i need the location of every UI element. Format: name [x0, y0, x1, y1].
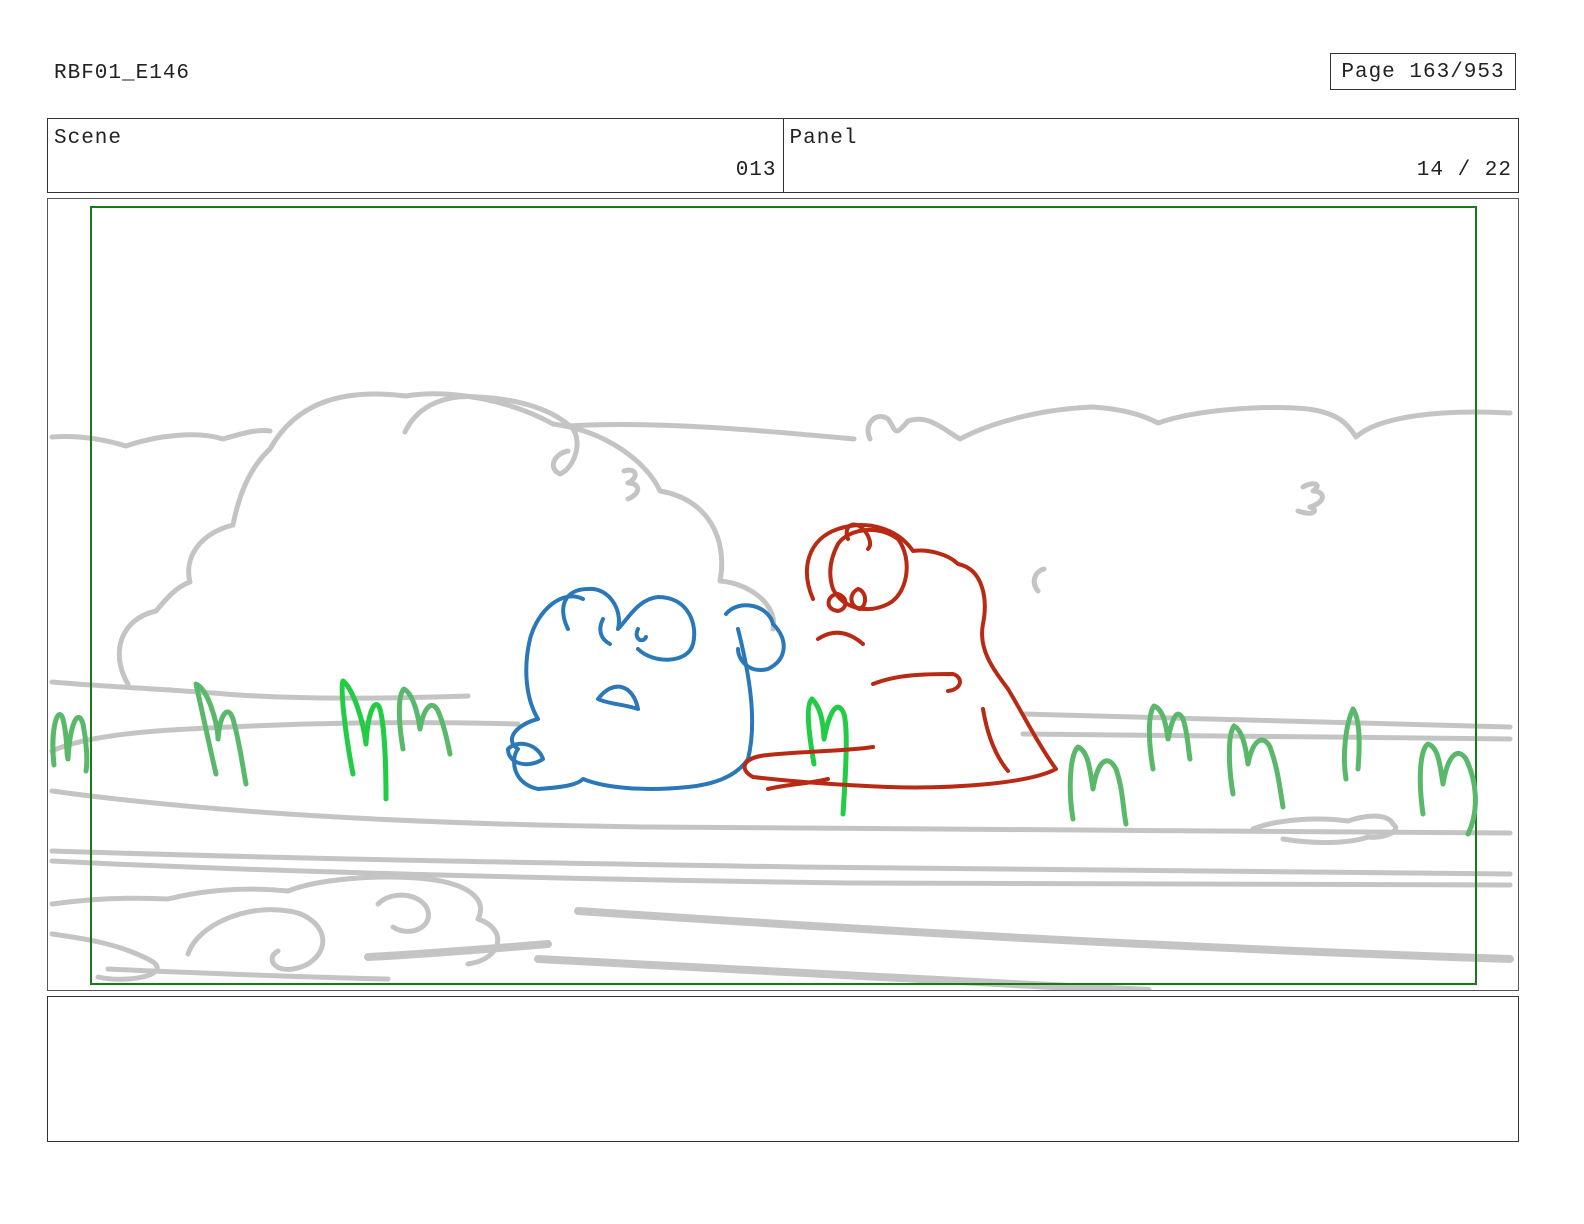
- rock-foreground-5: [364, 940, 552, 961]
- blue-character-eye: [634, 627, 648, 643]
- grass-tuft: [1067, 744, 1129, 827]
- blue-character-hand: [724, 603, 786, 672]
- scene-number: 013: [735, 159, 777, 182]
- red-character-eye: [849, 587, 867, 611]
- panel-notes-text: [48, 997, 1518, 1013]
- scene-label: Scene: [54, 127, 123, 150]
- panel-number: 14 / 22: [1416, 159, 1512, 182]
- rock-foreground-3: [375, 892, 431, 934]
- ground-line-6: [574, 907, 1514, 963]
- horizon-line-left: [49, 428, 273, 449]
- ground-line-7: [534, 955, 1152, 990]
- red-character-mouth: [816, 630, 865, 646]
- storyboard-sketch: [49, 206, 1514, 990]
- background-layer: [49, 391, 1514, 990]
- page-counter: Page 163/953: [1330, 53, 1516, 90]
- blue-character-eye: [598, 617, 612, 646]
- blue-character-mouth: [596, 684, 640, 711]
- ground-line-3: [49, 788, 1513, 836]
- small-curl: [1031, 566, 1047, 594]
- red-character: [742, 522, 1058, 791]
- storyboard-panel-frame: [47, 198, 1519, 991]
- bush-detail-mark-right: [1295, 481, 1325, 516]
- grass-tuft: [805, 696, 849, 817]
- red-character-arm: [871, 672, 962, 693]
- document-id: RBF01_E146: [54, 62, 191, 85]
- panel-label: Panel: [789, 127, 858, 150]
- scene-cell: Scene 013: [48, 119, 783, 192]
- grass-tuft: [193, 681, 249, 787]
- bush-detail-mark: [621, 467, 641, 502]
- ground-line-8: [1020, 711, 1513, 730]
- grass-tuft: [1417, 741, 1478, 837]
- horizon-line-middle: [565, 421, 857, 442]
- horizon-hills-right: [865, 404, 1513, 442]
- rock-foreground-2: [185, 907, 326, 972]
- ground-line-9: [1020, 731, 1513, 742]
- panel-notes-box: [47, 996, 1519, 1142]
- scene-panel-info-row: Scene 013 Panel 14 / 22: [47, 118, 1519, 193]
- panel-cell: Panel 14 / 22: [782, 119, 1519, 192]
- blue-character: [506, 586, 786, 791]
- red-character-wing: [981, 707, 1010, 773]
- red-character-body: [742, 523, 1058, 790]
- bush-lump-top: [402, 393, 580, 477]
- grass-tuft: [1341, 706, 1362, 782]
